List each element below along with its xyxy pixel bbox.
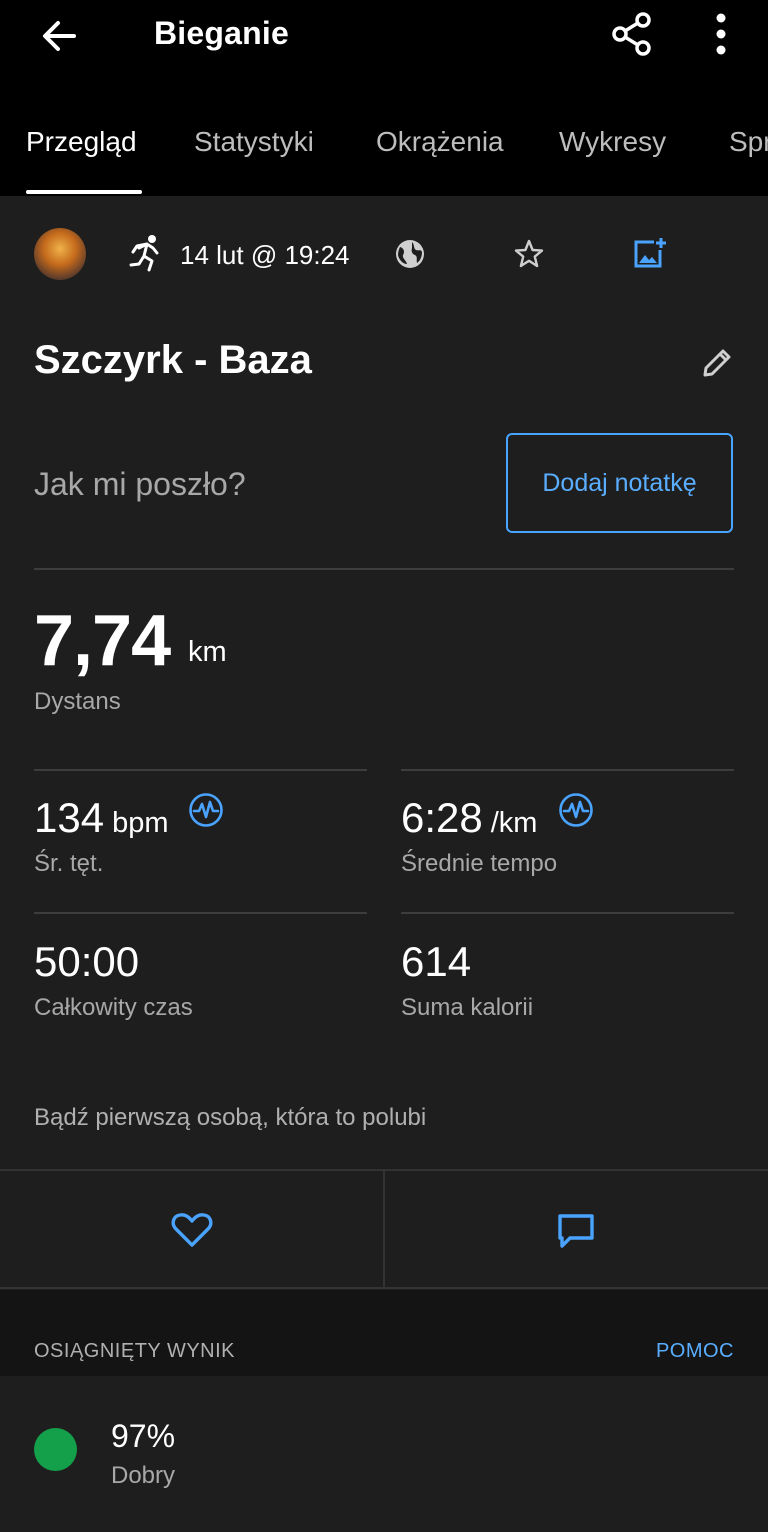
avg-hr-value: 134 bpm — [34, 794, 169, 842]
tab-charts[interactable]: Wykresy — [559, 126, 666, 158]
heart-rate-icon[interactable] — [558, 792, 594, 828]
score-value: 97% — [111, 1418, 176, 1454]
add-photo-icon[interactable] — [632, 236, 668, 270]
avg-pace-value: 6:28/km — [401, 794, 537, 842]
globe-icon[interactable] — [394, 238, 426, 270]
page-title: Bieganie — [154, 15, 289, 51]
distance-label: Dystans — [34, 688, 121, 715]
star-icon[interactable] — [513, 238, 545, 270]
avatar[interactable] — [34, 228, 86, 280]
tab-bar: Przegląd Statystyki Okrążenia Wykresy Sp… — [0, 100, 768, 196]
app-bar: Bieganie Przegląd Statystyki Okrążenia W… — [0, 0, 768, 196]
activity-datetime: 14 lut @ 19:24 — [180, 240, 350, 270]
heart-icon — [171, 1213, 213, 1247]
distance-unit: km — [188, 636, 227, 668]
avg-pace-number: 6:28 — [401, 794, 483, 841]
comment-button[interactable] — [385, 1171, 768, 1289]
edit-pencil-icon[interactable] — [700, 346, 734, 380]
total-time-label: Całkowity czas — [34, 994, 193, 1021]
running-icon — [129, 235, 159, 272]
avg-hr-label: Śr. tęt. — [34, 850, 104, 877]
score-section-title: OSIĄGNIĘTY WYNIK — [34, 1340, 235, 1362]
divider — [401, 912, 734, 914]
social-action-bar — [0, 1169, 768, 1289]
tab-indicator — [26, 190, 142, 194]
share-icon[interactable] — [608, 10, 656, 58]
help-link[interactable]: POMOC — [656, 1340, 734, 1363]
like-button[interactable] — [0, 1171, 383, 1289]
divider — [34, 568, 734, 570]
activity-name: Szczyrk - Baza — [34, 338, 312, 382]
avg-pace-label: Średnie tempo — [401, 850, 558, 877]
distance-value: 7,74 — [34, 601, 171, 681]
back-arrow-icon[interactable] — [38, 14, 82, 58]
score-status-dot — [34, 1428, 77, 1471]
total-time-value: 50:00 — [34, 938, 140, 985]
comment-icon — [558, 1214, 594, 1248]
more-vert-icon[interactable] — [706, 10, 736, 58]
divider — [401, 769, 734, 771]
likes-text: Bądź pierwszą osobą, która to polubi — [34, 1104, 427, 1131]
heart-rate-icon[interactable] — [188, 792, 224, 828]
avg-hr-number: 134 — [34, 794, 105, 841]
avg-pace-unit: /km — [490, 807, 538, 839]
calories-label: Suma kalorii — [401, 994, 534, 1021]
score-section-header: OSIĄGNIĘTY WYNIK POMOC — [0, 1290, 768, 1376]
avg-hr-unit: bpm — [112, 807, 169, 839]
divider — [34, 769, 367, 771]
tab-laps[interactable]: Okrążenia — [376, 126, 504, 158]
score-row[interactable]: 97% Dobry — [0, 1376, 768, 1526]
add-note-button[interactable]: Dodaj notatkę — [506, 433, 733, 533]
divider — [34, 912, 367, 914]
tab-overview[interactable]: Przegląd — [26, 126, 137, 158]
tab-statistics[interactable]: Statystyki — [194, 126, 314, 158]
tab-gear[interactable]: Spr — [729, 126, 768, 158]
note-prompt: Jak mi poszło? — [34, 466, 246, 502]
score-label: Dobry — [111, 1462, 176, 1489]
calories-value: 614 — [401, 938, 472, 985]
